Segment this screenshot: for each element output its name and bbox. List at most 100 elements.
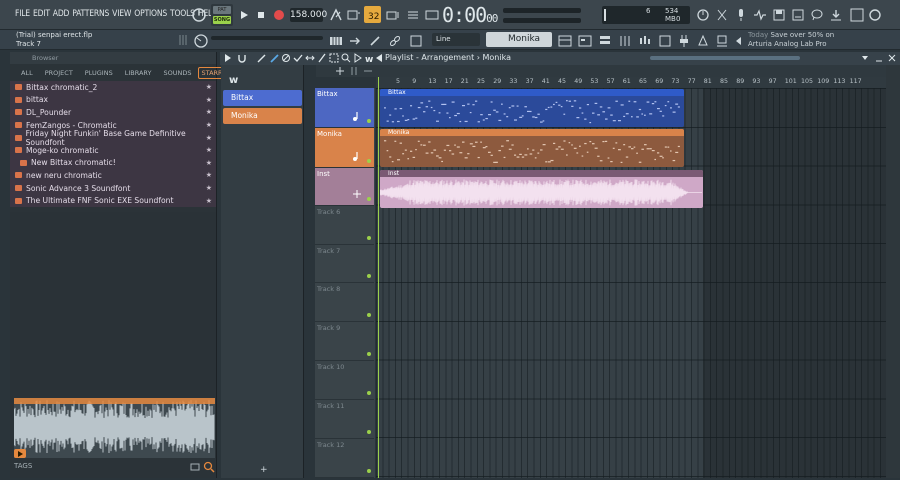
news-prev-icon[interactable] (730, 32, 747, 49)
link-icon[interactable] (386, 32, 403, 49)
master-volume-knob-icon[interactable] (190, 6, 207, 23)
star-icon[interactable]: ★ (206, 134, 212, 142)
browser-waveform-preview[interactable] (13, 398, 215, 458)
track-header[interactable]: Bittax (315, 88, 374, 128)
snap-select[interactable]: Line (432, 33, 480, 46)
loop-record-icon[interactable] (384, 6, 401, 23)
track-header[interactable]: Monika (315, 128, 374, 168)
tags-label[interactable]: TAGS (14, 462, 32, 470)
track-header[interactable]: Inst (315, 168, 374, 206)
slip-tool-icon[interactable] (304, 52, 316, 64)
add-channel-button[interactable]: + (260, 465, 268, 475)
track-enable-dot[interactable] (367, 274, 371, 278)
track-enable-dot[interactable] (367, 313, 371, 317)
channel-rack-icon[interactable] (407, 32, 424, 49)
list-item-selected[interactable]: New Bittax chromatic! ★ (10, 157, 216, 170)
blend-notes-icon[interactable] (404, 6, 421, 23)
track-header[interactable]: Track 12 (315, 439, 374, 478)
playlist-arrow-icon[interactable] (373, 52, 385, 64)
list-item[interactable]: Sonic Advance 3 Soundfont ★ (10, 182, 216, 195)
delete-tool-icon[interactable] (280, 52, 292, 64)
magnet-icon[interactable] (236, 52, 248, 64)
picker-icon[interactable]: w (226, 69, 243, 86)
pat-song-toggle[interactable]: PAT SONG (211, 4, 233, 26)
audio-settings-icon[interactable] (751, 6, 768, 23)
slice-tool-icon[interactable] (316, 52, 328, 64)
channel-rack-view-icon[interactable] (596, 32, 613, 49)
zoom-tool-icon[interactable] (340, 52, 352, 64)
clip-bittax[interactable]: Bittax (380, 89, 684, 127)
image-line-logo-icon[interactable] (866, 6, 883, 23)
record-icon[interactable] (270, 6, 287, 23)
song-mode[interactable]: SONG (213, 16, 231, 24)
undo-history-icon[interactable] (694, 6, 711, 23)
star-icon[interactable]: ★ (206, 171, 212, 179)
plugin-icon[interactable] (675, 32, 692, 49)
track-enable-dot[interactable] (367, 197, 371, 201)
track-enable-dot[interactable] (367, 430, 371, 434)
playlist-icon[interactable] (556, 32, 573, 49)
chat-icon[interactable] (808, 6, 825, 23)
menu-add[interactable]: ADD (53, 9, 70, 19)
stop-icon[interactable] (252, 6, 269, 23)
track-header[interactable]: Track 10 (315, 361, 374, 400)
tab-plugins[interactable]: PLUGINS (79, 69, 119, 77)
star-icon[interactable]: ★ (206, 184, 212, 192)
folder-open-icon[interactable] (190, 461, 200, 471)
wait-input-icon[interactable] (345, 6, 362, 23)
channel-monika[interactable]: Monika (223, 108, 302, 124)
save-icon[interactable] (770, 6, 787, 23)
list-item[interactable]: bittax ★ (10, 94, 216, 107)
news-panel[interactable]: Today Save over 50% on Arturia Analog La… (748, 31, 834, 49)
channel-bittax[interactable]: Bittax (223, 90, 302, 106)
pitch-knob-icon[interactable] (192, 32, 209, 49)
typing-keyboard-icon[interactable] (423, 6, 440, 23)
main-volume-slider[interactable] (211, 36, 323, 40)
star-icon[interactable]: ★ (206, 159, 212, 167)
cut-icon[interactable] (713, 6, 730, 23)
list-item[interactable]: Bittax chromatic_2 ★ (10, 81, 216, 94)
export-icon[interactable] (789, 6, 806, 23)
menu-file[interactable]: FILE (15, 9, 30, 19)
track-header[interactable]: Track 9 (315, 322, 374, 361)
playlist-menu-arrow-icon[interactable] (222, 52, 234, 64)
draw-tool-icon[interactable] (255, 52, 267, 64)
playhead[interactable] (378, 77, 379, 478)
browser-icon[interactable] (848, 6, 865, 23)
download-icon[interactable] (827, 6, 844, 23)
pattern-selector[interactable]: Monika (486, 32, 552, 47)
master-volume-slider[interactable] (503, 8, 581, 13)
track-enable-dot[interactable] (367, 469, 371, 473)
track-header[interactable]: Track 7 (315, 245, 374, 283)
star-icon[interactable]: ★ (206, 197, 212, 205)
list-item[interactable]: new neru chromatic ★ (10, 169, 216, 182)
playlist-scroll-overview[interactable] (650, 56, 800, 60)
menu-edit[interactable]: EDIT (33, 9, 50, 19)
playback-tool-icon[interactable] (352, 52, 364, 64)
track-enable-dot[interactable] (367, 159, 371, 163)
track-header[interactable]: Track 11 (315, 400, 374, 439)
mixer-faders-icon[interactable] (636, 32, 653, 49)
track-enable-dot[interactable] (367, 391, 371, 395)
stamp-icon[interactable] (713, 32, 730, 49)
tempo-display[interactable]: 158.000 (290, 8, 327, 22)
clip-inst[interactable]: Inst (380, 170, 703, 208)
window-menu-icon[interactable] (859, 52, 871, 64)
list-item[interactable]: Moge-ko chromatic ★ (10, 144, 216, 157)
track-header[interactable]: Track 8 (315, 283, 374, 322)
tab-sounds[interactable]: SOUNDS (158, 69, 198, 77)
piano-roll-icon[interactable] (576, 32, 593, 49)
pat-mode[interactable]: PAT (213, 6, 231, 14)
minimize-icon[interactable] (873, 52, 885, 64)
metronome-icon[interactable] (327, 6, 344, 23)
search-icon[interactable] (203, 461, 215, 473)
star-icon[interactable]: ★ (206, 83, 212, 91)
menu-patterns[interactable]: PATTERNS (72, 9, 109, 19)
playlist-vertical-scrollbar[interactable] (886, 65, 900, 478)
master-pitch-slider[interactable] (503, 18, 581, 23)
close-icon[interactable] (886, 52, 898, 64)
piano-keys-icon[interactable] (327, 32, 344, 49)
star-icon[interactable]: ★ (206, 146, 212, 154)
timeline-ruler[interactable]: 5 9 13 17 21 25 29 33 37 41 45 49 53 57 61 65 69 73 77 81 85… (376, 77, 900, 88)
track-enable-dot[interactable] (367, 119, 371, 123)
